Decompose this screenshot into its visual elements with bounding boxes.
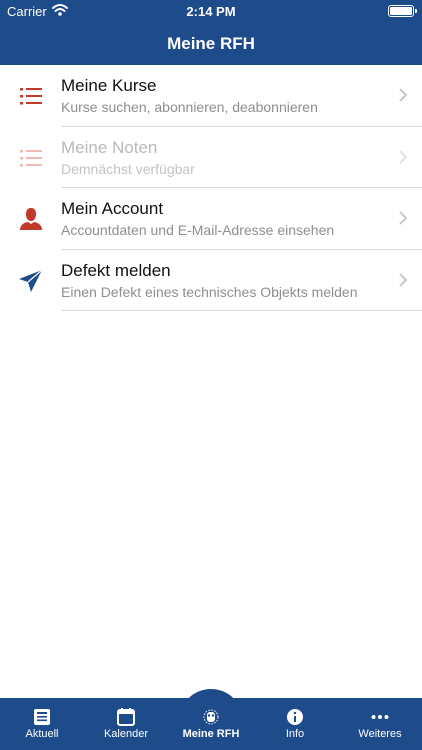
chevron-right-icon [399, 149, 408, 164]
tab-kalender[interactable]: Kalender [84, 698, 168, 750]
tab-label: Weiteres [358, 728, 402, 740]
menu-item-subtitle: Kurse suchen, abonnieren, deabonnieren [61, 99, 318, 115]
tab-meine-rfh[interactable]: Meine RFH [169, 698, 253, 750]
menu-item-title: Defekt melden [61, 260, 171, 280]
send-icon [19, 269, 43, 292]
more-icon [371, 715, 389, 719]
navigation-bar: Carrier 2:14 PM Meine RFH [0, 0, 422, 65]
tab-weiteres[interactable]: Weiteres [338, 698, 422, 750]
owl-icon [203, 709, 219, 725]
news-icon [34, 709, 50, 725]
list-icon [20, 88, 42, 105]
calendar-icon [117, 708, 135, 726]
menu-item-title: Meine Kurse [61, 76, 157, 95]
menu-item-mein-account[interactable]: Mein Account Accountdaten und E-Mail-Adr… [0, 188, 422, 250]
info-icon [287, 709, 303, 725]
page-title: Meine RFH [167, 34, 255, 53]
clock: 2:14 PM [186, 4, 236, 19]
tab-label: Info [285, 728, 305, 740]
tab-label: Aktuell [25, 728, 59, 740]
tab-label: Meine RFH [182, 728, 240, 740]
menu-item-meine-noten: Meine Noten Demnächst verfügbar [0, 127, 422, 188]
menu-item-title: Meine Noten [61, 137, 158, 157]
menu-list: Meine Kurse Kurse suchen, abonnieren, de… [0, 65, 422, 311]
menu-item-title: Mein Account [61, 199, 164, 218]
battery-icon [388, 5, 417, 17]
chevron-right-icon [399, 88, 408, 102]
list-icon [20, 149, 42, 166]
tab-info[interactable]: Info [253, 698, 337, 750]
menu-item-subtitle: Demnächst verfügbar [61, 160, 195, 177]
tab-aktuell[interactable]: Aktuell [0, 698, 84, 750]
divider [61, 310, 422, 311]
status-bar: Carrier 2:14 PM [0, 0, 422, 22]
menu-item-defekt-melden[interactable]: Defekt melden Einen Defekt eines technis… [0, 250, 422, 311]
chevron-right-icon [399, 272, 408, 287]
menu-item-subtitle: Einen Defekt eines technisches Objekts m… [61, 283, 358, 300]
tab-bar: Aktuell Kalender Meine RFH Info Weiteres [0, 698, 422, 750]
menu-item-subtitle: Accountdaten und E-Mail-Adresse einsehen [61, 222, 335, 238]
menu-item-meine-kurse[interactable]: Meine Kurse Kurse suchen, abonnieren, de… [0, 65, 422, 127]
person-icon [20, 208, 42, 230]
chevron-right-icon [399, 211, 408, 225]
tab-label: Kalender [103, 728, 149, 740]
